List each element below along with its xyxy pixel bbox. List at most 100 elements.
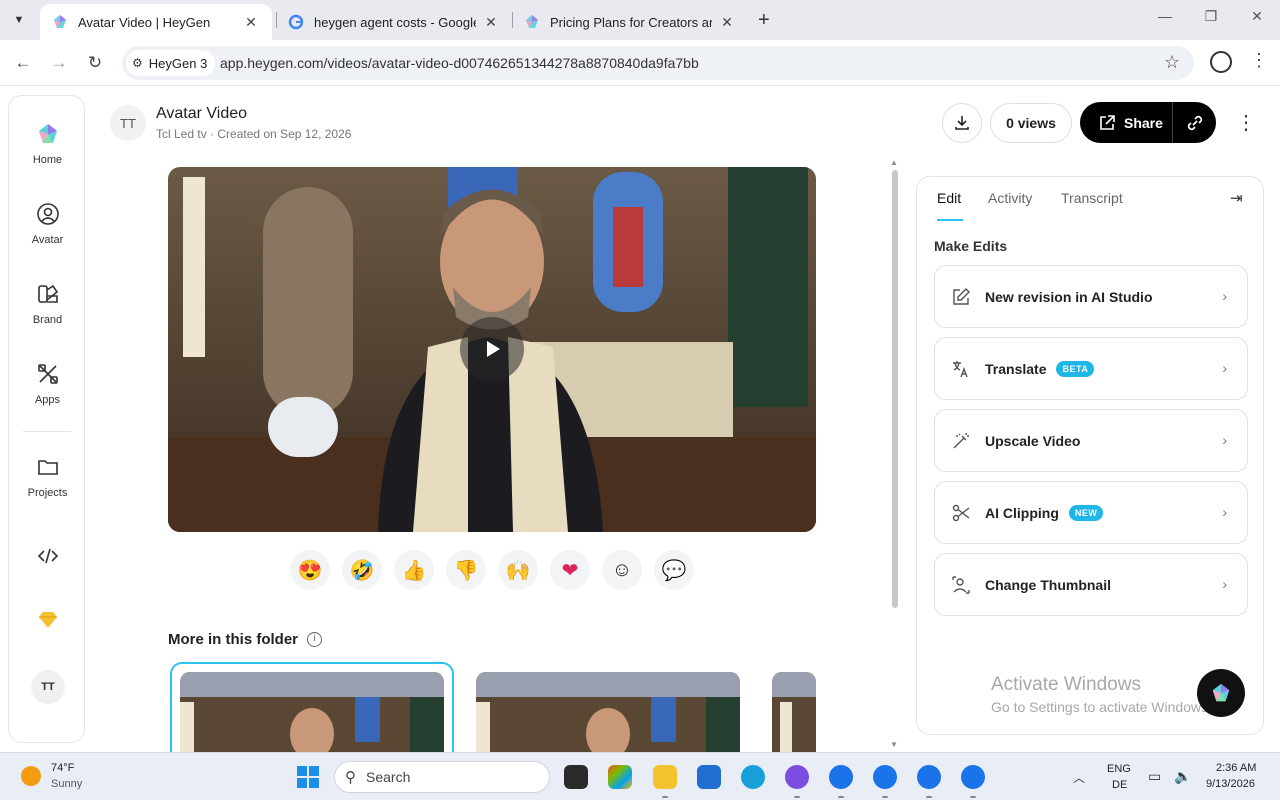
reaction-star-eyes-button[interactable]: 😍 xyxy=(290,550,330,590)
new-revision-button[interactable]: New revision in AI Studio › xyxy=(934,265,1248,328)
site-chip-label: HeyGen 3 xyxy=(148,55,208,71)
taskbar-search[interactable]: ⚲ Search xyxy=(334,761,550,793)
views-button[interactable]: 0 views xyxy=(990,103,1072,143)
translate-button[interactable]: Translate BETA › xyxy=(934,337,1248,400)
sidebar-item-home[interactable]: Home xyxy=(9,122,86,166)
back-icon[interactable]: ← xyxy=(12,52,34,74)
new-tab-icon[interactable]: + xyxy=(758,9,770,32)
play-button[interactable] xyxy=(460,317,524,381)
tab-search-chevron-icon[interactable]: ▼ xyxy=(8,10,30,30)
restore-icon[interactable]: ❐ xyxy=(1201,8,1221,25)
folder-icon xyxy=(37,460,58,475)
reload-icon[interactable]: ↻ xyxy=(84,52,106,74)
start-tile xyxy=(309,778,319,788)
minimize-icon[interactable]: — xyxy=(1155,8,1175,24)
apps-icon xyxy=(37,364,58,384)
reaction-thumbs-down-button[interactable]: 👎 xyxy=(446,550,486,590)
action-label: Change Thumbnail xyxy=(985,576,1111,593)
scrollbar[interactable] xyxy=(892,170,898,608)
download-button[interactable] xyxy=(942,103,982,143)
browser-menu-icon[interactable]: ⋮ xyxy=(1250,50,1268,71)
tab-pricing-plans[interactable]: Pricing Plans for Creators and M ✕ xyxy=(512,4,748,40)
scroll-up-icon[interactable]: ▲ xyxy=(890,158,898,167)
chrome-profile-icon[interactable] xyxy=(829,765,853,789)
close-window-icon[interactable]: ✕ xyxy=(1247,8,1267,25)
folder-video-thumbnail[interactable] xyxy=(476,672,740,762)
scroll-down-icon[interactable]: ▼ xyxy=(890,740,898,749)
weather-condition[interactable]: Sunny xyxy=(51,778,82,790)
reaction-thumbs-up-button[interactable]: 👍 xyxy=(394,550,434,590)
chevron-right-icon: › xyxy=(1222,576,1227,592)
sidebar-item-brand[interactable]: Brand xyxy=(9,282,86,326)
video-player[interactable] xyxy=(168,167,816,532)
ai-clipping-button[interactable]: AI Clipping NEW › xyxy=(934,481,1248,544)
url-text[interactable]: app.heygen.com/videos/avatar-video-d0074… xyxy=(220,55,699,71)
tab-title: Avatar Video | HeyGen xyxy=(78,14,211,30)
heygen-favicon-icon xyxy=(526,15,538,28)
close-tab-icon[interactable]: ✕ xyxy=(482,14,500,31)
running-indicator xyxy=(838,796,844,798)
show-hidden-icons[interactable]: ︿ xyxy=(1073,769,1085,786)
tab-edit[interactable]: Edit xyxy=(937,190,961,206)
comment-button[interactable]: 💬 xyxy=(654,550,694,590)
share-button[interactable]: Share xyxy=(1080,114,1172,132)
share-label: Share xyxy=(1124,114,1163,131)
add-reaction-button[interactable]: ☺ xyxy=(602,550,642,590)
sun-icon[interactable] xyxy=(21,766,41,786)
search-placeholder: Search xyxy=(366,769,411,785)
change-thumbnail-button[interactable]: Change Thumbnail › xyxy=(934,553,1248,616)
volume-icon[interactable]: 🔈 xyxy=(1174,768,1191,785)
store-icon[interactable] xyxy=(697,765,721,789)
close-tab-icon[interactable]: ✕ xyxy=(242,14,260,31)
tab-title: heygen agent costs - Google Se xyxy=(314,14,476,30)
copy-link-button[interactable] xyxy=(1173,113,1216,133)
reaction-heart-button[interactable]: ❤ xyxy=(550,550,590,590)
collapse-panel-icon[interactable]: ⇥ xyxy=(1230,189,1243,207)
profile-icon[interactable] xyxy=(1210,51,1232,73)
start-button[interactable] xyxy=(297,766,319,788)
edge-icon[interactable] xyxy=(741,765,765,789)
keyboard-layout[interactable]: DE xyxy=(1112,779,1127,791)
language-indicator[interactable]: ENG xyxy=(1107,763,1131,775)
thumbnail-icon xyxy=(952,575,970,594)
weather-temp[interactable]: 74°F xyxy=(51,762,74,774)
file-explorer-icon[interactable] xyxy=(653,765,677,789)
assistant-button[interactable] xyxy=(1197,669,1245,717)
translate-icon xyxy=(953,360,968,377)
sidebar-item-apps[interactable]: Apps xyxy=(9,362,86,406)
user-avatar[interactable]: TT xyxy=(31,670,65,704)
folder-video-thumbnail[interactable] xyxy=(180,672,444,762)
reaction-laugh-button[interactable]: 🤣 xyxy=(342,550,382,590)
chrome-profile-icon[interactable] xyxy=(873,765,897,789)
upscale-video-button[interactable]: Upscale Video › xyxy=(934,409,1248,472)
forward-icon[interactable]: → xyxy=(48,52,70,74)
m365-icon[interactable] xyxy=(608,765,632,789)
info-icon[interactable]: i xyxy=(307,632,322,647)
tab-transcript[interactable]: Transcript xyxy=(1061,190,1123,206)
task-view-icon[interactable] xyxy=(564,765,588,789)
action-label: Translate xyxy=(985,360,1047,377)
clock-date[interactable]: 9/13/2026 xyxy=(1206,778,1255,790)
action-label: AI Clipping xyxy=(985,504,1059,521)
app-icon[interactable] xyxy=(785,765,809,789)
tab-avatar-video[interactable]: Avatar Video | HeyGen ✕ xyxy=(40,4,272,40)
chrome-profile-icon[interactable] xyxy=(917,765,941,789)
chrome-profile-icon[interactable] xyxy=(961,765,985,789)
diamond-icon xyxy=(38,612,57,628)
more-options-icon[interactable]: ⋮ xyxy=(1236,110,1256,135)
tab-activity[interactable]: Activity xyxy=(988,190,1032,206)
address-bar[interactable]: ⚙ HeyGen 3 app.heygen.com/videos/avatar-… xyxy=(122,46,1194,80)
section-title: Make Edits xyxy=(934,238,1008,254)
clock-time[interactable]: 2:36 AM xyxy=(1216,762,1256,774)
site-info-chip[interactable]: ⚙ HeyGen 3 xyxy=(126,50,216,76)
close-tab-icon[interactable]: ✕ xyxy=(718,14,736,31)
bookmark-star-icon[interactable]: ☆ xyxy=(1164,52,1180,73)
tab-google-search[interactable]: heygen agent costs - Google Se ✕ xyxy=(276,4,512,40)
network-icon[interactable]: ▭ xyxy=(1148,768,1161,785)
sidebar-item-projects[interactable]: Projects xyxy=(9,455,86,499)
sidebar-item-developer[interactable] xyxy=(9,544,86,576)
sidebar-item-avatar[interactable]: Avatar xyxy=(9,202,86,246)
sidebar-item-upgrade[interactable] xyxy=(9,608,86,640)
folder-video-thumbnail[interactable] xyxy=(772,672,816,762)
reaction-raised-hands-button[interactable]: 🙌 xyxy=(498,550,538,590)
